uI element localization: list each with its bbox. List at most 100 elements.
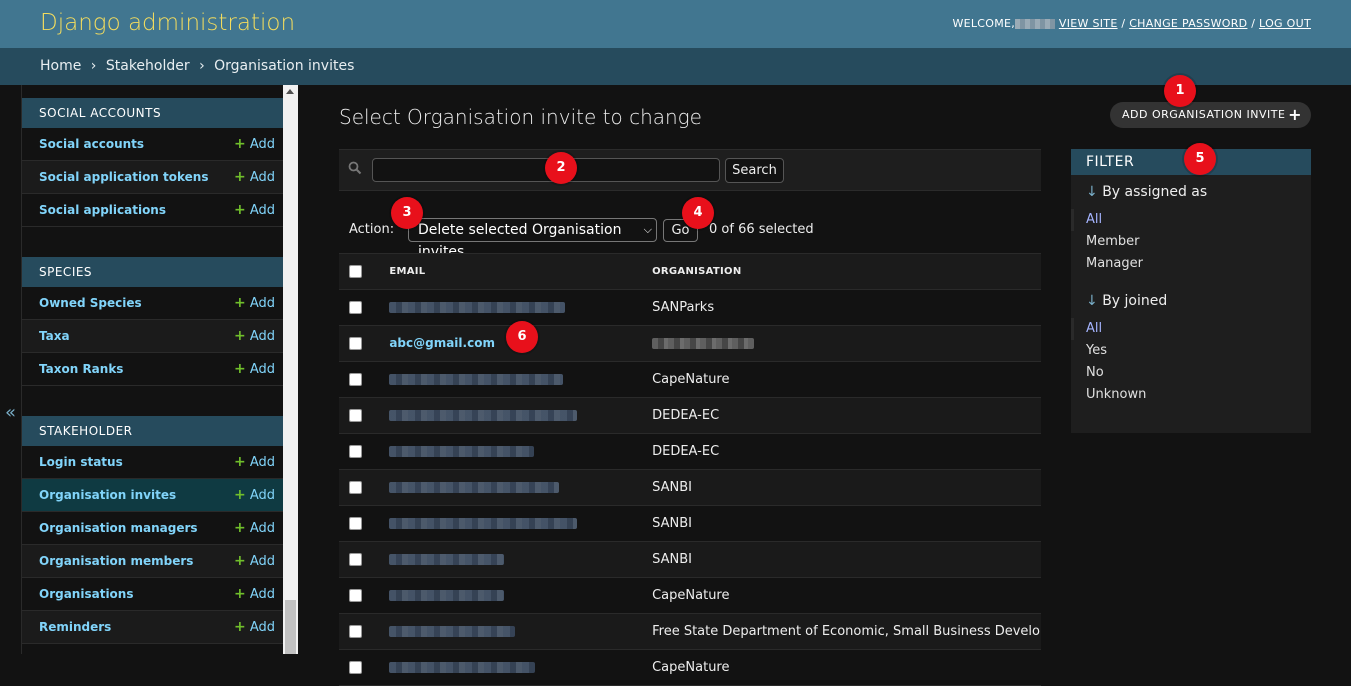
sidebar-scrollbar[interactable] [283, 85, 298, 654]
app-caption[interactable]: SOCIAL ACCOUNTS [22, 98, 283, 128]
sidebar-item-social-application-tokens[interactable]: Social application tokens + Add [22, 161, 283, 194]
select-all-checkbox[interactable] [349, 265, 362, 278]
add-link[interactable]: + Add [234, 295, 275, 311]
breadcrumb-home[interactable]: Home [40, 58, 81, 74]
model-link[interactable]: Social application tokens [39, 170, 209, 184]
sidebar-item-login-status[interactable]: Login status + Add [22, 446, 283, 479]
change-password-link[interactable]: CHANGE PASSWORD [1129, 17, 1247, 30]
organisation-cell: DEDEA-EC [646, 397, 1041, 434]
breadcrumb-stakeholder[interactable]: Stakeholder [106, 58, 190, 74]
email-cell [381, 613, 647, 650]
sidebar-item-owned-species[interactable]: Owned Species + Add [22, 287, 283, 320]
sidebar-item-organisations[interactable]: Organisations + Add [22, 578, 283, 611]
model-link[interactable]: Organisations [39, 587, 133, 601]
model-link[interactable]: Reminders [39, 620, 111, 634]
row-checkbox-cell [339, 397, 382, 434]
add-link[interactable]: + Add [234, 169, 275, 185]
model-link[interactable]: Organisation managers [39, 521, 198, 535]
filter-option-unknown[interactable]: Unknown [1071, 384, 1311, 406]
add-link[interactable]: + Add [234, 619, 275, 635]
organisation-cell: SANBI [646, 505, 1041, 542]
model-link[interactable]: Owned Species [39, 296, 142, 310]
column-header-organisation[interactable]: ORGANISATION [646, 253, 1041, 290]
email-link[interactable] [389, 300, 566, 314]
email-link[interactable] [389, 480, 560, 494]
sidebar-item-taxa[interactable]: Taxa + Add [22, 320, 283, 353]
email-link[interactable] [389, 444, 535, 458]
sidebar-item-social-accounts[interactable]: Social accounts + Add [22, 128, 283, 161]
nav-sidebar-toggle[interactable]: « [0, 85, 22, 654]
log-out-link[interactable]: LOG OUT [1259, 17, 1311, 30]
sidebar-item-reminders[interactable]: Reminders + Add [22, 611, 283, 644]
row-checkbox[interactable] [349, 301, 362, 314]
row-checkbox[interactable] [349, 445, 362, 458]
scroll-up-arrow-icon[interactable] [286, 89, 294, 94]
add-link[interactable]: + Add [234, 454, 275, 470]
add-link[interactable]: + Add [234, 553, 275, 569]
sidebar-item-organisation-managers[interactable]: Organisation managers + Add [22, 512, 283, 545]
email-link[interactable]: abc@gmail.com [389, 336, 495, 350]
row-checkbox[interactable] [349, 409, 362, 422]
add-organisation-invite-button[interactable]: ADD ORGANISATION INVITE + [1110, 102, 1311, 128]
row-checkbox[interactable] [349, 517, 362, 530]
annotation-marker: 2 [545, 152, 577, 184]
app-social-accounts: SOCIAL ACCOUNTS Social accounts + Add So… [22, 98, 283, 227]
add-link[interactable]: + Add [234, 136, 275, 152]
model-link[interactable]: Social accounts [39, 137, 144, 151]
add-link[interactable]: + Add [234, 202, 275, 218]
add-link[interactable]: + Add [234, 328, 275, 344]
app-caption[interactable]: SPECIES [22, 257, 283, 287]
sidebar-item-taxon-ranks[interactable]: Taxon Ranks + Add [22, 353, 283, 386]
add-link[interactable]: + Add [234, 520, 275, 536]
model-link[interactable]: Organisation invites [39, 488, 176, 502]
separator: / [1251, 17, 1256, 30]
filter-option-member[interactable]: Member [1071, 231, 1311, 253]
filter-group-title[interactable]: ↓ By assigned as [1071, 184, 1311, 200]
add-link[interactable]: + Add [234, 586, 275, 602]
filter-option-manager[interactable]: Manager [1071, 253, 1311, 275]
row-checkbox[interactable] [349, 481, 362, 494]
email-link[interactable] [389, 660, 536, 674]
model-link[interactable]: Taxa [39, 329, 70, 343]
row-checkbox[interactable] [349, 625, 362, 638]
email-link[interactable] [389, 624, 516, 638]
site-title[interactable]: Django administration [40, 10, 295, 36]
email-link[interactable] [389, 372, 564, 386]
scrollbar-thumb[interactable] [285, 600, 296, 654]
email-link[interactable] [389, 408, 578, 422]
filter-option-all[interactable]: All [1071, 209, 1311, 231]
search-button[interactable]: Search [725, 158, 784, 183]
filter-group-title[interactable]: ↓ By joined [1071, 293, 1311, 309]
filter-option-all[interactable]: All [1071, 318, 1311, 340]
result-table: EMAIL ORGANISATION SANParks abc@gmail.co… [339, 253, 1041, 686]
row-checkbox[interactable] [349, 589, 362, 602]
app-caption[interactable]: STAKEHOLDER [22, 416, 283, 446]
view-site-link[interactable]: VIEW SITE [1059, 17, 1118, 30]
email-link[interactable] [389, 588, 505, 602]
action-select[interactable]: Delete selected Organisation invites ⌵ [408, 218, 657, 260]
filter-option-no[interactable]: No [1071, 362, 1311, 384]
model-link[interactable]: Social applications [39, 203, 166, 217]
row-checkbox[interactable] [349, 553, 362, 566]
email-link[interactable] [389, 516, 578, 530]
model-link[interactable]: Organisation members [39, 554, 193, 568]
organisation-cell: CapeNature [646, 577, 1041, 614]
filter-option-yes[interactable]: Yes [1071, 340, 1311, 362]
model-link[interactable]: Login status [39, 455, 123, 469]
email-link[interactable] [389, 552, 505, 566]
row-checkbox[interactable] [349, 661, 362, 674]
add-label: Add [249, 620, 275, 635]
column-header-email[interactable]: EMAIL [381, 253, 647, 290]
sidebar-item-organisation-members[interactable]: Organisation members + Add [22, 545, 283, 578]
model-link[interactable]: Taxon Ranks [39, 362, 123, 376]
row-checkbox[interactable] [349, 337, 362, 350]
table-row: CapeNature [339, 577, 1041, 614]
row-checkbox[interactable] [349, 373, 362, 386]
add-link[interactable]: + Add [234, 487, 275, 503]
row-checkbox-cell [339, 649, 382, 686]
sidebar-item-organisation-invites[interactable]: Organisation invites + Add [22, 479, 283, 512]
add-label: Add [249, 137, 275, 152]
sidebar-item-social-applications[interactable]: Social applications + Add [22, 194, 283, 227]
add-link[interactable]: + Add [234, 361, 275, 377]
collapse-sidebar-icon[interactable]: « [5, 402, 16, 423]
